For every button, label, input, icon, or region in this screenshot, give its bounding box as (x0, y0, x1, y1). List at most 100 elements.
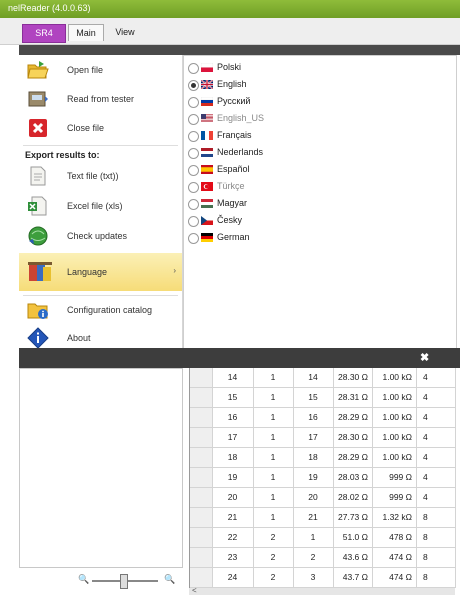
table-row[interactable]: 24 2 3 43.7 Ω 474 Ω 8 (190, 568, 456, 588)
table-cell: 2 (253, 548, 294, 567)
table-cell: 474 Ω (373, 548, 417, 567)
table-cell: 28.03 Ω (333, 468, 373, 487)
radio-button[interactable] (188, 131, 199, 142)
table-cell: 51.0 Ω (333, 528, 373, 547)
radio-button[interactable] (188, 165, 199, 176)
configuration-catalog-item[interactable]: Configuration catalog (19, 297, 182, 325)
table-cell: 22 (212, 528, 254, 547)
table-cell: 43.6 Ω (333, 548, 373, 567)
hungary-flag-icon (201, 199, 213, 208)
close-file-label: Close file (67, 123, 105, 133)
zoom-slider-thumb[interactable] (120, 574, 128, 589)
radio-button[interactable] (188, 148, 199, 159)
table-cell: 1.00 kΩ (373, 368, 417, 387)
table-row[interactable]: 21 1 21 27.73 Ω 1.32 kΩ 8 (190, 508, 456, 528)
table-cell: 4 (417, 448, 456, 467)
table-row[interactable]: 16 1 16 28.29 Ω 1.00 kΩ 4 (190, 408, 456, 428)
open-file-label: Open file (67, 65, 104, 75)
horizontal-scrollbar[interactable]: < (189, 586, 455, 595)
radio-button-selected[interactable] (188, 80, 199, 91)
table-cell: 1.00 kΩ (373, 448, 417, 467)
table-cell: 1.00 kΩ (373, 388, 417, 407)
table-cell: 1 (253, 508, 294, 527)
table-cell: 8 (417, 568, 456, 587)
scroll-left-arrow-icon[interactable]: < (192, 586, 197, 595)
usa-flag-icon (201, 114, 213, 123)
table-cell: 4 (417, 408, 456, 427)
language-label: Česky (217, 215, 243, 225)
table-cell: 19 (212, 468, 254, 487)
table-row[interactable]: 15 1 15 28.31 Ω 1.00 kΩ 4 (190, 388, 456, 408)
table-cell: 4 (417, 488, 456, 507)
table-row[interactable]: 18 1 18 28.29 Ω 1.00 kΩ 4 (190, 448, 456, 468)
radio-button[interactable] (188, 199, 199, 210)
language-label: Türkçe (217, 181, 245, 191)
table-cell: 17 (293, 428, 334, 447)
table-cell: 27.73 Ω (333, 508, 373, 527)
table-cell: 4 (417, 428, 456, 447)
table-cell: 15 (293, 388, 334, 407)
table-row[interactable]: 14 1 14 28.30 Ω 1.00 kΩ 4 (190, 368, 456, 388)
export-excel-file-item[interactable]: Excel file (xls) (19, 193, 182, 221)
spain-flag-icon (201, 165, 213, 174)
radio-button[interactable] (188, 63, 199, 74)
results-table: 14 1 14 28.30 Ω 1.00 kΩ 4 15 1 15 28.31 … (189, 368, 456, 588)
table-cell: 1 (253, 408, 294, 427)
netherlands-flag-icon (201, 148, 213, 157)
row-header (190, 408, 213, 427)
tester-device-icon (28, 91, 48, 107)
configuration-catalog-label: Configuration catalog (67, 305, 153, 315)
open-file-item[interactable]: Open file (19, 57, 182, 85)
table-cell: 1.00 kΩ (373, 428, 417, 447)
table-cell: 8 (417, 508, 456, 527)
table-cell: 4 (417, 388, 456, 407)
radio-button[interactable] (188, 182, 199, 193)
language-label: Magyar (217, 198, 248, 208)
radio-button[interactable] (188, 97, 199, 108)
table-row[interactable]: 22 2 1 51.0 Ω 478 Ω 8 (190, 528, 456, 548)
close-menu-button[interactable]: ✖ (420, 351, 429, 364)
globe-update-icon (28, 226, 48, 246)
text-file-icon (30, 166, 46, 186)
language-label: Español (217, 164, 250, 174)
menu-separator (23, 145, 178, 146)
table-cell: 8 (417, 528, 456, 547)
table-cell: 17 (212, 428, 254, 447)
table-cell: 28.29 Ω (333, 448, 373, 467)
table-cell: 2 (253, 528, 294, 547)
language-label: Polski (217, 62, 242, 72)
table-cell: 23 (212, 548, 254, 567)
text-file-label: Text file (txt)) (67, 171, 119, 181)
table-row[interactable]: 20 1 20 28.02 Ω 999 Ω 4 (190, 488, 456, 508)
table-cell: 18 (293, 448, 334, 467)
tab-main[interactable]: Main (68, 24, 104, 41)
table-cell: 28.30 Ω (333, 428, 373, 447)
table-cell: 474 Ω (373, 568, 417, 587)
table-cell: 1 (253, 468, 294, 487)
table-cell: 2 (293, 548, 334, 567)
tab-view[interactable]: View (108, 24, 142, 40)
check-updates-item[interactable]: Check updates (19, 223, 182, 251)
radio-button[interactable] (188, 216, 199, 227)
language-label: English (217, 79, 247, 89)
row-header (190, 388, 213, 407)
language-item[interactable]: Language › (19, 253, 182, 291)
radio-button[interactable] (188, 233, 199, 244)
table-cell: 43.7 Ω (333, 568, 373, 587)
configuration-tree-pane[interactable] (19, 368, 183, 568)
zoom-out-icon[interactable]: 🔍 (78, 574, 89, 585)
table-row[interactable]: 17 1 17 28.30 Ω 1.00 kΩ 4 (190, 428, 456, 448)
app-title: nelReader (4.0.0.63) (8, 3, 91, 13)
table-row[interactable]: 19 1 19 28.03 Ω 999 Ω 4 (190, 468, 456, 488)
close-file-item[interactable]: Close file (19, 115, 182, 143)
radio-button[interactable] (188, 114, 199, 125)
export-text-file-item[interactable]: Text file (txt)) (19, 163, 182, 191)
table-row[interactable]: 23 2 2 43.6 Ω 474 Ω 8 (190, 548, 456, 568)
close-file-icon (29, 119, 47, 137)
language-label: English_US (217, 113, 265, 123)
zoom-in-icon[interactable]: 🔍 (164, 574, 175, 585)
tab-sr4[interactable]: SR4 (22, 24, 66, 43)
read-from-tester-item[interactable]: Read from tester (19, 86, 182, 114)
about-label: About (67, 333, 91, 343)
menu-header-strip (19, 45, 460, 55)
